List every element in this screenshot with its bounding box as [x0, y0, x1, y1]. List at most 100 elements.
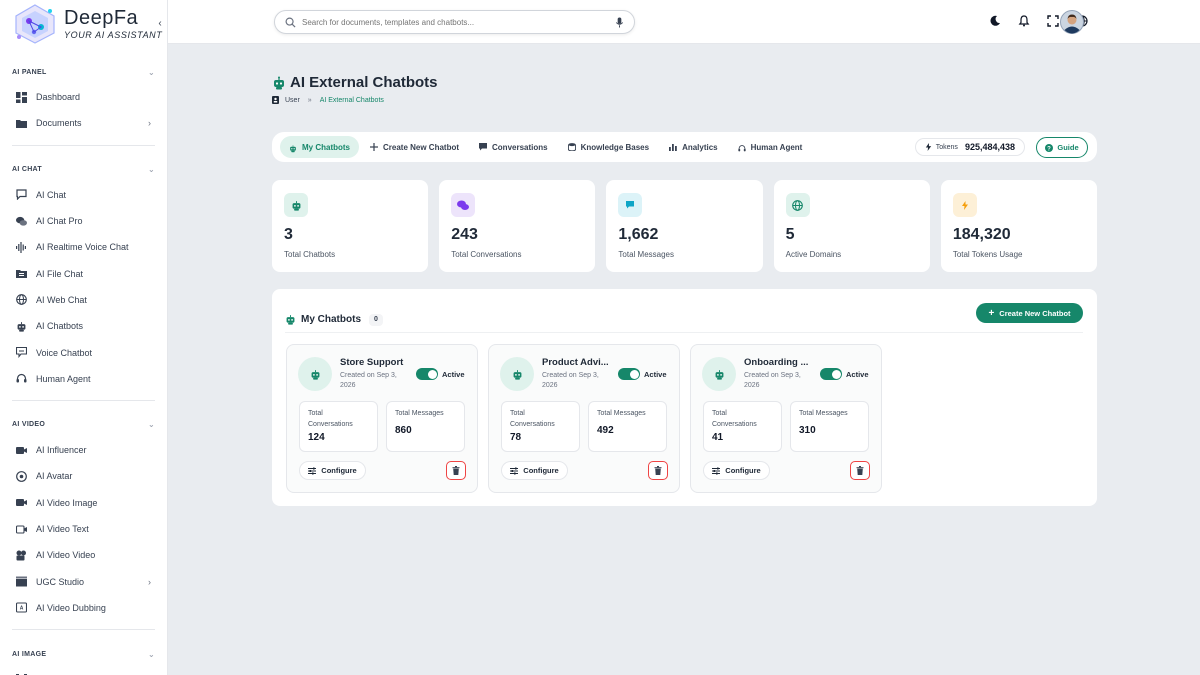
tokens-value: 925,484,438 [964, 142, 1015, 152]
help-icon: ? [1045, 143, 1054, 152]
robot-icon [286, 315, 295, 325]
tab-label: Human Agent [750, 142, 803, 152]
stat-card: 184,320 Total Tokens Usage [940, 180, 1098, 272]
sidebar-item-documents[interactable]: Documents › [12, 110, 155, 136]
fullscreen-icon[interactable] [1047, 15, 1059, 27]
section-header[interactable]: AI PANEL ⌄ [12, 60, 155, 84]
active-toggle[interactable] [416, 368, 438, 380]
sidebar-item-ai-video-image[interactable]: AI Video Image [12, 490, 155, 516]
stat-badge [284, 193, 308, 217]
breadcrumb-current: AI External Chatbots [319, 96, 384, 104]
search-input[interactable] [302, 17, 615, 27]
trash-icon [856, 466, 864, 475]
sidebar-item-ai-images[interactable]: AI Images [12, 666, 155, 675]
configure-label: Configure [321, 466, 357, 475]
my-chatbots-panel: My Chatbots 0 + Create New Chatbot Store… [272, 289, 1097, 506]
svg-text:?: ? [1048, 146, 1052, 152]
conversations-metric: Total Conversations 124 [299, 401, 378, 452]
chatbot-card: Onboarding ... Created on Sep 3, 2026 Ac… [690, 344, 882, 493]
create-new-chatbot-button[interactable]: + Create New Chatbot [976, 303, 1083, 323]
sidebar-nav: AI PANEL ⌄ Dashboard Documents › AI CHAT ⌄ AI C… [0, 60, 167, 675]
microphone-icon[interactable] [615, 16, 624, 28]
section-title: AI VIDEO [12, 421, 46, 429]
bolt-icon [925, 143, 931, 151]
dubbing-icon: A [16, 602, 27, 613]
active-toggle[interactable] [618, 368, 640, 380]
sidebar-item-ai-chat-pro[interactable]: AI Chat Pro [12, 208, 155, 234]
user-avatar[interactable] [1060, 10, 1084, 34]
brand[interactable]: DeepFa YOUR AI ASSISTANT ‹ [0, 0, 167, 48]
sidebar-item-dashboard[interactable]: Dashboard [12, 84, 155, 110]
sidebar-item-ai-video-text[interactable]: AI Video Text [12, 516, 155, 542]
database-icon [567, 143, 576, 151]
collapse-sidebar-icon[interactable]: ‹ [153, 16, 167, 30]
sidebar-item-ugc-studio[interactable]: UGC Studio › [12, 568, 155, 594]
tab-conversations[interactable]: Conversations [470, 136, 557, 158]
stat-value: 5 [785, 226, 795, 243]
robot-icon [714, 369, 725, 380]
breadcrumb: User » AI External Chatbots [272, 96, 384, 104]
chevron-down-icon: ⌄ [147, 165, 155, 175]
sidebar-item-human-agent[interactable]: Human Agent [12, 366, 155, 392]
sidebar-item-label: AI Chatbots [36, 321, 84, 332]
section-header[interactable]: AI IMAGE ⌄ [12, 642, 155, 666]
tab-human-agent[interactable]: Human Agent [729, 136, 812, 158]
section-header[interactable]: AI VIDEO ⌄ [12, 413, 155, 437]
sidebar-item-ai-chatbots[interactable]: AI Chatbots [12, 313, 155, 339]
sidebar-item-label: AI Avatar [36, 471, 73, 482]
section-header[interactable]: AI CHAT ⌄ [12, 158, 155, 182]
dark-mode-icon[interactable] [989, 15, 1001, 27]
tab-knowledge-bases[interactable]: Knowledge Bases [559, 136, 658, 158]
headset-icon [738, 143, 746, 152]
sidebar-item-ai-video-dubbing[interactable]: A AI Video Dubbing [12, 595, 155, 621]
breadcrumb-root[interactable]: User [285, 97, 300, 104]
chatbot-card: Product Advi... Created on Sep 3, 2026 A… [488, 344, 680, 493]
status-label: Active [644, 370, 667, 379]
tab-label: Knowledge Bases [580, 142, 650, 152]
sidebar: DeepFa YOUR AI ASSISTANT ‹ AI PANEL ⌄ Dash… [0, 0, 168, 675]
waveform-icon [16, 241, 27, 253]
configure-button[interactable]: Configure [703, 461, 770, 480]
bolt-icon [961, 200, 969, 210]
sidebar-item-ai-avatar[interactable]: AI Avatar [12, 463, 155, 489]
metric-label: Total Conversations [308, 410, 353, 428]
tab-label: My Chatbots [302, 142, 350, 152]
tab-analytics[interactable]: Analytics [660, 136, 727, 158]
guide-button[interactable]: ? Guide [1036, 137, 1088, 158]
search-bar[interactable] [274, 10, 635, 34]
sidebar-item-label: Human Agent [36, 373, 91, 384]
tab-create-new-chatbot[interactable]: Create New Chatbot [361, 136, 468, 158]
sidebar-item-ai-video-video[interactable]: AI Video Video [12, 542, 155, 568]
configure-button[interactable]: Configure [299, 461, 366, 480]
delete-button[interactable] [648, 461, 668, 480]
configure-label: Configure [725, 466, 761, 475]
sidebar-item-ai-realtime-voice-chat[interactable]: AI Realtime Voice Chat [12, 234, 155, 260]
voice-chat-icon [16, 347, 27, 359]
robot-icon [16, 321, 27, 332]
sidebar-item-label: AI Video Video [36, 550, 96, 561]
configure-button[interactable]: Configure [501, 461, 568, 480]
sidebar-item-ai-chat[interactable]: AI Chat [12, 182, 155, 208]
tab-my-chatbots[interactable]: My Chatbots [280, 136, 359, 158]
delete-button[interactable] [850, 461, 870, 480]
stat-label: Total Messages [618, 250, 674, 259]
sidebar-item-ai-web-chat[interactable]: AI Web Chat [12, 287, 155, 313]
sidebar-item-ai-influencer[interactable]: AI Influencer [12, 437, 155, 463]
sidebar-item-ai-file-chat[interactable]: AI File Chat [12, 260, 155, 286]
nav-section: AI CHAT ⌄ AI Chat AI Chat Pro AI Realtime Vo… [0, 144, 167, 392]
guide-label: Guide [1057, 143, 1079, 152]
tab-bar: My Chatbots Create New Chatbot Conversatio… [272, 132, 1097, 162]
status-label: Active [442, 370, 465, 379]
chats-icon [16, 216, 27, 227]
panel-title: My Chatbots [301, 314, 361, 325]
section-title: AI PANEL [12, 68, 47, 76]
notification-bell-icon[interactable] [1018, 15, 1030, 27]
delete-button[interactable] [446, 461, 466, 480]
svg-text:A: A [20, 606, 24, 612]
sidebar-item-voice-chatbot[interactable]: Voice Chatbot [12, 339, 155, 365]
folder-icon [16, 118, 27, 129]
stats-row: 3 Total Chatbots 243 Total Conversations… [272, 180, 1098, 272]
chats-icon [457, 200, 470, 211]
active-toggle[interactable] [820, 368, 842, 380]
sliders-icon [510, 467, 519, 475]
